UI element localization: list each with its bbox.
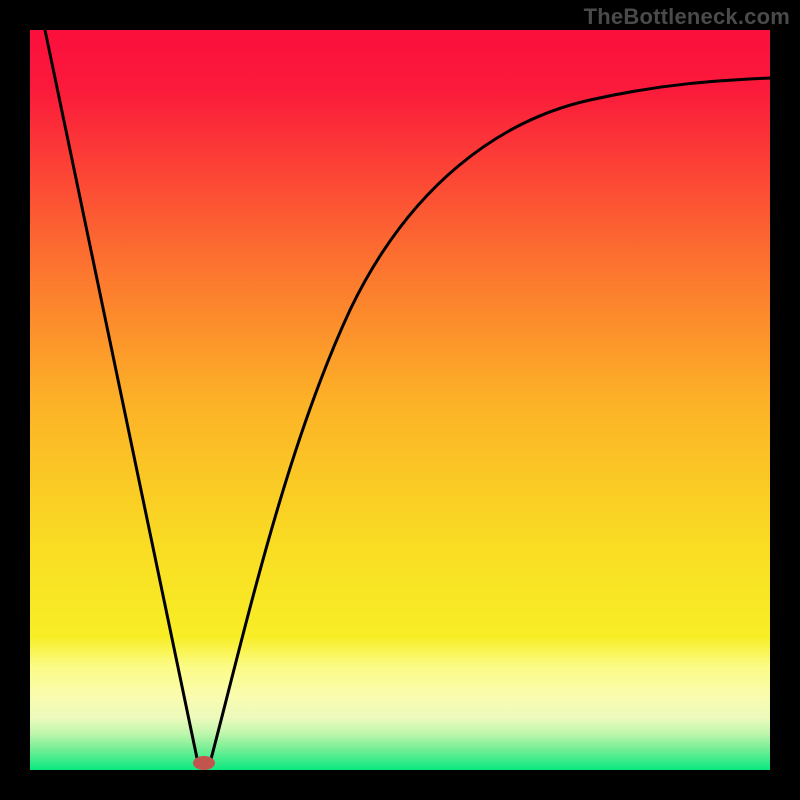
chart-frame: TheBottleneck.com [0, 0, 800, 800]
watermark-text: TheBottleneck.com [584, 4, 790, 30]
bottleneck-chart [30, 30, 770, 770]
gradient-background [30, 30, 770, 770]
optimal-marker [193, 756, 215, 770]
